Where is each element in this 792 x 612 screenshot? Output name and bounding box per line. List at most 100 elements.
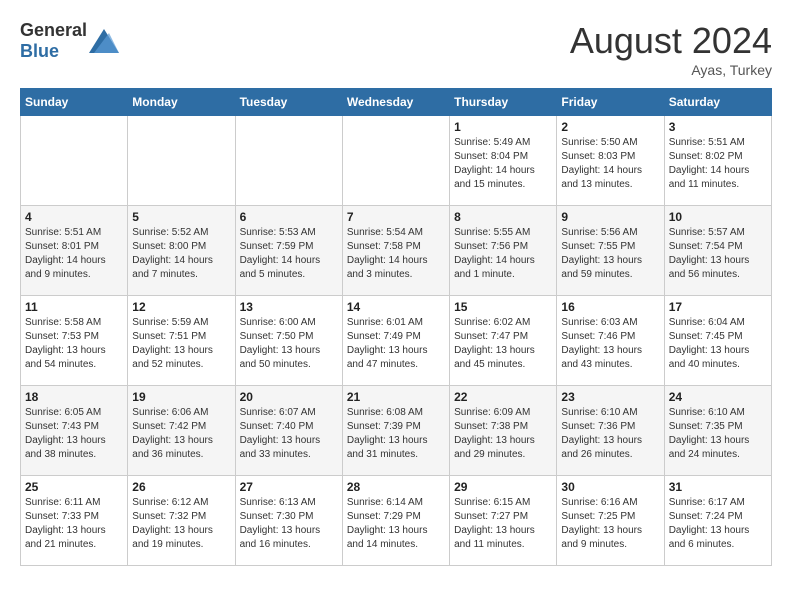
day-content: Sunrise: 6:02 AM Sunset: 7:47 PM Dayligh… (454, 316, 552, 372)
day-cell: 22 Sunrise: 6:09 AM Sunset: 7:38 PM Dayli… (450, 386, 557, 476)
week-row-1: 1Sunrise: 5:49 AM Sunset: 8:04 PM Daylig… (21, 116, 772, 206)
day-number: 31 (669, 480, 767, 494)
day-number: 12 (132, 300, 230, 314)
week-row-3: 11 Sunrise: 5:58 AM Sunset: 7:53 PM Dayli… (21, 296, 772, 386)
day-number: 16 (561, 300, 659, 314)
day-cell: 25Sunrise: 6:11 AM Sunset: 7:33 PM Dayli… (21, 476, 128, 566)
day-content: Sunrise: 6:10 AM Sunset: 7:35 PM Dayligh… (669, 406, 767, 462)
day-content: Sunrise: 5:56 AM Sunset: 7:55 PM Dayligh… (561, 226, 659, 282)
day-content: Sunrise: 6:05 AM Sunset: 7:43 PM Dayligh… (25, 406, 123, 462)
day-cell: 1Sunrise: 5:49 AM Sunset: 8:04 PM Daylig… (450, 116, 557, 206)
day-cell: 20Sunrise: 6:07 AM Sunset: 7:40 PM Dayli… (235, 386, 342, 476)
calendar-table: SundayMondayTuesdayWednesdayThursdayFrid… (20, 88, 772, 566)
day-content: Sunrise: 5:52 AM Sunset: 8:00 PM Dayligh… (132, 226, 230, 282)
day-cell: 31Sunrise: 6:17 AM Sunset: 7:24 PM Dayli… (664, 476, 771, 566)
day-header-monday: Monday (128, 89, 235, 116)
day-cell: 16Sunrise: 6:03 AM Sunset: 7:46 PM Dayli… (557, 296, 664, 386)
logo-blue: Blue (20, 41, 59, 61)
day-cell: 8 Sunrise: 5:55 AM Sunset: 7:56 PM Daylig… (450, 206, 557, 296)
day-number: 8 (454, 210, 552, 224)
day-content: Sunrise: 6:15 AM Sunset: 7:27 PM Dayligh… (454, 496, 552, 552)
day-number: 26 (132, 480, 230, 494)
day-number: 18 (25, 390, 123, 404)
day-number: 13 (240, 300, 338, 314)
week-row-5: 25Sunrise: 6:11 AM Sunset: 7:33 PM Dayli… (21, 476, 772, 566)
day-cell: 10 Sunrise: 5:57 AM Sunset: 7:54 PM Dayli… (664, 206, 771, 296)
day-number: 22 (454, 390, 552, 404)
day-number: 7 (347, 210, 445, 224)
day-cell: 13 Sunrise: 6:00 AM Sunset: 7:50 PM Dayli… (235, 296, 342, 386)
day-cell: 2 Sunrise: 5:50 AM Sunset: 8:03 PM Daylig… (557, 116, 664, 206)
day-number: 10 (669, 210, 767, 224)
day-content: Sunrise: 5:54 AM Sunset: 7:58 PM Dayligh… (347, 226, 445, 282)
logo-general: General (20, 20, 87, 40)
day-cell: 4Sunrise: 5:51 AM Sunset: 8:01 PM Daylig… (21, 206, 128, 296)
header-row: SundayMondayTuesdayWednesdayThursdayFrid… (21, 89, 772, 116)
day-cell: 24 Sunrise: 6:10 AM Sunset: 7:35 PM Dayli… (664, 386, 771, 476)
day-header-saturday: Saturday (664, 89, 771, 116)
location: Ayas, Turkey (570, 62, 772, 78)
day-cell: 23 Sunrise: 6:10 AM Sunset: 7:36 PM Dayli… (557, 386, 664, 476)
week-row-2: 4Sunrise: 5:51 AM Sunset: 8:01 PM Daylig… (21, 206, 772, 296)
day-number: 28 (347, 480, 445, 494)
day-number: 9 (561, 210, 659, 224)
day-number: 23 (561, 390, 659, 404)
day-cell: 26Sunrise: 6:12 AM Sunset: 7:32 PM Dayli… (128, 476, 235, 566)
day-content: Sunrise: 5:55 AM Sunset: 7:56 PM Dayligh… (454, 226, 552, 282)
day-content: Sunrise: 6:09 AM Sunset: 7:38 PM Dayligh… (454, 406, 552, 462)
logo: General Blue (20, 20, 119, 62)
day-content: Sunrise: 6:04 AM Sunset: 7:45 PM Dayligh… (669, 316, 767, 372)
day-cell: 3 Sunrise: 5:51 AM Sunset: 8:02 PM Daylig… (664, 116, 771, 206)
day-number: 3 (669, 120, 767, 134)
day-content: Sunrise: 6:06 AM Sunset: 7:42 PM Dayligh… (132, 406, 230, 462)
day-content: Sunrise: 5:57 AM Sunset: 7:54 PM Dayligh… (669, 226, 767, 282)
page-header: General Blue August 2024 Ayas, Turkey (20, 20, 772, 78)
day-header-thursday: Thursday (450, 89, 557, 116)
day-content: Sunrise: 5:51 AM Sunset: 8:02 PM Dayligh… (669, 136, 767, 192)
day-cell: 18 Sunrise: 6:05 AM Sunset: 7:43 PM Dayli… (21, 386, 128, 476)
day-content: Sunrise: 5:50 AM Sunset: 8:03 PM Dayligh… (561, 136, 659, 192)
day-cell: 14 Sunrise: 6:01 AM Sunset: 7:49 PM Dayli… (342, 296, 449, 386)
day-cell: 5 Sunrise: 5:52 AM Sunset: 8:00 PM Daylig… (128, 206, 235, 296)
day-content: Sunrise: 6:00 AM Sunset: 7:50 PM Dayligh… (240, 316, 338, 372)
day-cell (235, 116, 342, 206)
day-number: 11 (25, 300, 123, 314)
day-cell: 28 Sunrise: 6:14 AM Sunset: 7:29 PM Dayli… (342, 476, 449, 566)
day-number: 14 (347, 300, 445, 314)
day-number: 1 (454, 120, 552, 134)
day-content: Sunrise: 6:14 AM Sunset: 7:29 PM Dayligh… (347, 496, 445, 552)
day-header-sunday: Sunday (21, 89, 128, 116)
day-cell: 6 Sunrise: 5:53 AM Sunset: 7:59 PM Daylig… (235, 206, 342, 296)
day-cell: 19Sunrise: 6:06 AM Sunset: 7:42 PM Dayli… (128, 386, 235, 476)
day-number: 30 (561, 480, 659, 494)
day-content: Sunrise: 5:59 AM Sunset: 7:51 PM Dayligh… (132, 316, 230, 372)
day-number: 25 (25, 480, 123, 494)
day-number: 2 (561, 120, 659, 134)
day-cell: 21Sunrise: 6:08 AM Sunset: 7:39 PM Dayli… (342, 386, 449, 476)
day-content: Sunrise: 6:10 AM Sunset: 7:36 PM Dayligh… (561, 406, 659, 462)
day-number: 29 (454, 480, 552, 494)
day-number: 15 (454, 300, 552, 314)
day-number: 21 (347, 390, 445, 404)
day-number: 5 (132, 210, 230, 224)
calendar-body: 1Sunrise: 5:49 AM Sunset: 8:04 PM Daylig… (21, 116, 772, 566)
day-header-wednesday: Wednesday (342, 89, 449, 116)
day-content: Sunrise: 6:01 AM Sunset: 7:49 PM Dayligh… (347, 316, 445, 372)
day-cell: 27Sunrise: 6:13 AM Sunset: 7:30 PM Dayli… (235, 476, 342, 566)
day-number: 6 (240, 210, 338, 224)
day-cell: 17 Sunrise: 6:04 AM Sunset: 7:45 PM Dayli… (664, 296, 771, 386)
day-header-tuesday: Tuesday (235, 89, 342, 116)
day-number: 17 (669, 300, 767, 314)
logo-icon (89, 29, 119, 53)
day-header-friday: Friday (557, 89, 664, 116)
day-content: Sunrise: 5:58 AM Sunset: 7:53 PM Dayligh… (25, 316, 123, 372)
day-number: 24 (669, 390, 767, 404)
day-cell: 30Sunrise: 6:16 AM Sunset: 7:25 PM Dayli… (557, 476, 664, 566)
day-cell: 9 Sunrise: 5:56 AM Sunset: 7:55 PM Daylig… (557, 206, 664, 296)
logo-text: General Blue (20, 20, 87, 62)
day-cell: 7 Sunrise: 5:54 AM Sunset: 7:58 PM Daylig… (342, 206, 449, 296)
day-cell (128, 116, 235, 206)
title-block: August 2024 Ayas, Turkey (570, 20, 772, 78)
calendar-header: SundayMondayTuesdayWednesdayThursdayFrid… (21, 89, 772, 116)
day-content: Sunrise: 5:53 AM Sunset: 7:59 PM Dayligh… (240, 226, 338, 282)
